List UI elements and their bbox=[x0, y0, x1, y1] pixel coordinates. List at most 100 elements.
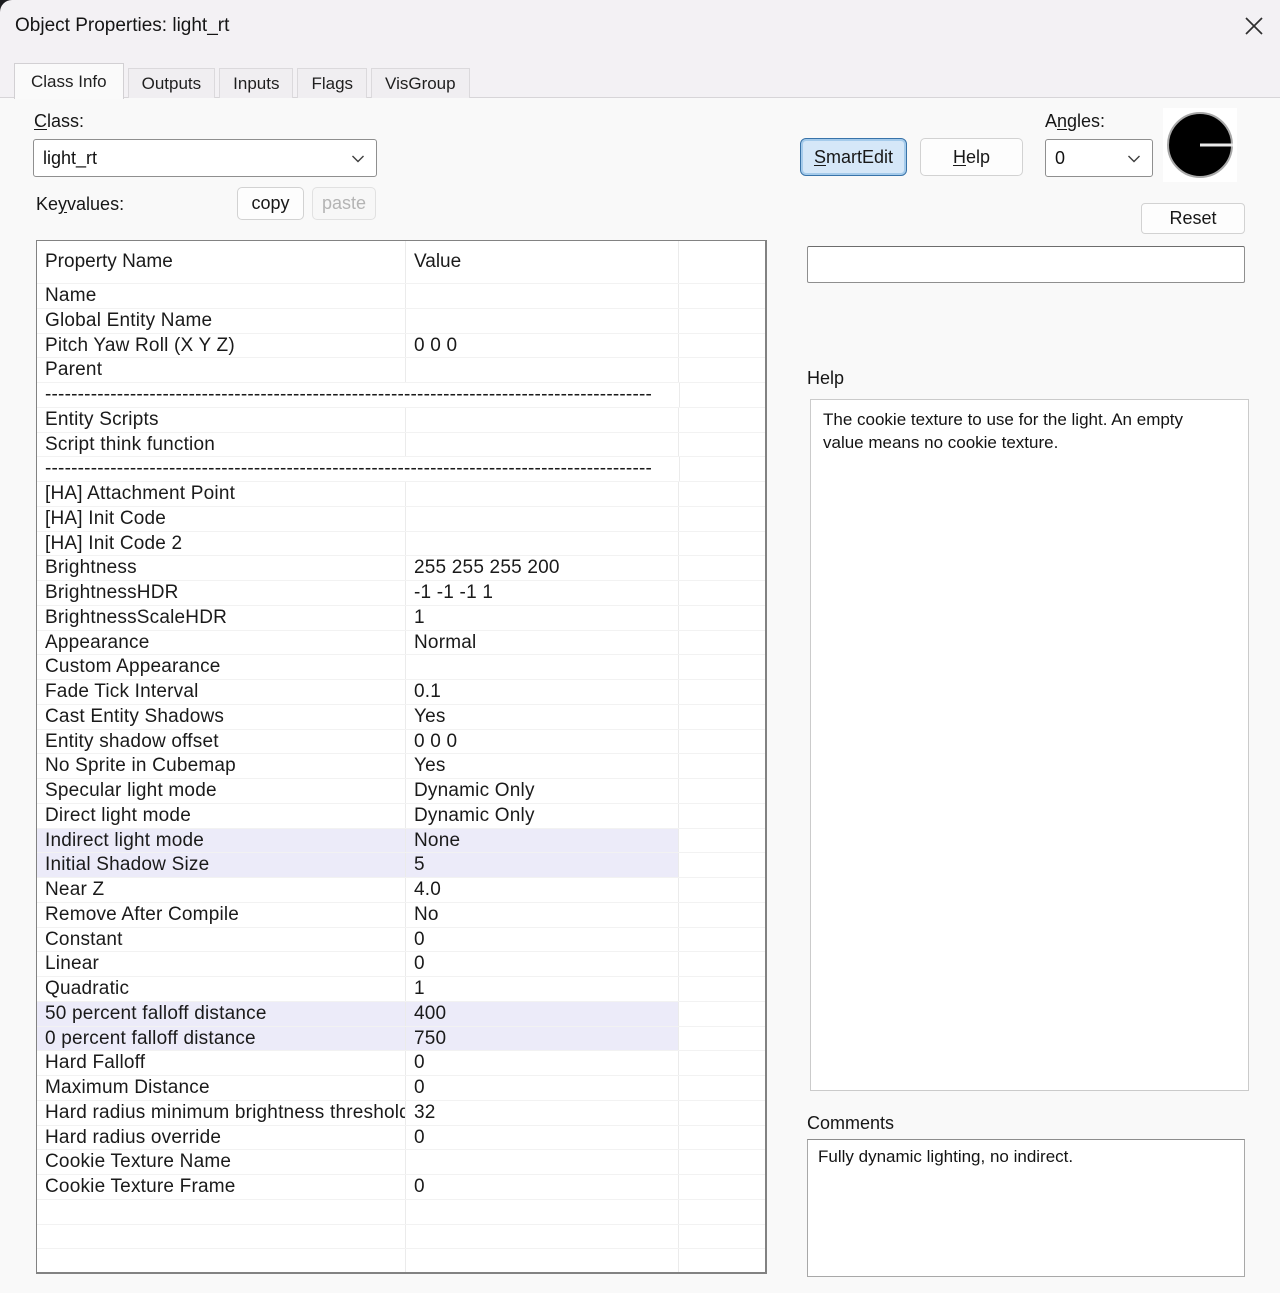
table-row[interactable]: Brightness255 255 255 200 bbox=[37, 555, 765, 580]
table-row[interactable]: Cast Entity ShadowsYes bbox=[37, 704, 765, 729]
angles-dropdown-value: 0 bbox=[1055, 148, 1065, 169]
table-row[interactable]: BrightnessScaleHDR1 bbox=[37, 605, 765, 630]
reset-button[interactable]: Reset bbox=[1141, 203, 1245, 234]
smartedit-button[interactable]: SmartEdit bbox=[800, 138, 907, 176]
property-name-cell: Hard radius override bbox=[37, 1126, 406, 1150]
table-row[interactable]: Hard radius override0 bbox=[37, 1125, 765, 1150]
table-row[interactable]: Constant0 bbox=[37, 927, 765, 952]
property-name-cell: Indirect light mode bbox=[37, 829, 406, 853]
chevron-down-icon bbox=[1127, 148, 1141, 169]
table-separator-row[interactable]: ----------------------------------------… bbox=[37, 456, 765, 481]
table-row[interactable]: Linear0 bbox=[37, 951, 765, 976]
header-value: Value bbox=[406, 241, 679, 283]
table-row[interactable]: Cookie Texture Frame0 bbox=[37, 1174, 765, 1199]
table-row[interactable]: Near Z4.0 bbox=[37, 877, 765, 902]
table-row[interactable]: Pitch Yaw Roll (X Y Z)0 0 0 bbox=[37, 333, 765, 358]
table-row[interactable]: Maximum Distance0 bbox=[37, 1075, 765, 1100]
property-value-cell: 0 0 0 bbox=[406, 334, 679, 358]
paste-button[interactable]: paste bbox=[312, 187, 376, 220]
table-row[interactable]: Custom Appearance bbox=[37, 654, 765, 679]
table-row[interactable]: No Sprite in CubemapYes bbox=[37, 753, 765, 778]
property-value-cell: 400 bbox=[406, 1002, 679, 1026]
close-icon bbox=[1243, 15, 1265, 37]
property-value-cell: 0 0 0 bbox=[406, 730, 679, 754]
table-row[interactable] bbox=[37, 1199, 765, 1224]
property-name-cell: 0 percent falloff distance bbox=[37, 1027, 406, 1051]
table-row[interactable] bbox=[37, 1248, 765, 1273]
table-row[interactable]: AppearanceNormal bbox=[37, 630, 765, 655]
property-value-cell: 5 bbox=[406, 853, 679, 877]
property-name-cell: Appearance bbox=[37, 631, 406, 655]
property-value-cell: 1 bbox=[406, 977, 679, 1001]
property-table-header: Property Name Value bbox=[37, 241, 765, 283]
table-row[interactable]: Entity shadow offset0 0 0 bbox=[37, 729, 765, 754]
class-dropdown[interactable]: light_rt bbox=[33, 139, 377, 177]
tab-inputs[interactable]: Inputs bbox=[219, 68, 293, 98]
tab-flags[interactable]: Flags bbox=[297, 68, 367, 98]
header-property-name: Property Name bbox=[37, 241, 406, 283]
table-row[interactable] bbox=[37, 1224, 765, 1249]
property-name-cell: Entity Scripts bbox=[37, 408, 406, 432]
table-row[interactable]: Entity Scripts bbox=[37, 407, 765, 432]
comments-textarea[interactable]: Fully dynamic lighting, no indirect. bbox=[807, 1139, 1245, 1277]
table-row[interactable]: [HA] Attachment Point bbox=[37, 481, 765, 506]
table-row[interactable]: Direct light modeDynamic Only bbox=[37, 803, 765, 828]
table-row[interactable]: Name bbox=[37, 283, 765, 308]
property-name-cell: Fade Tick Interval bbox=[37, 680, 406, 704]
property-value-cell bbox=[406, 507, 679, 531]
keyvalues-label: Keyvalues: bbox=[36, 194, 124, 215]
angles-dropdown[interactable]: 0 bbox=[1045, 139, 1153, 177]
close-button[interactable] bbox=[1239, 11, 1269, 41]
property-table[interactable]: Property Name Value NameGlobal Entity Na… bbox=[36, 240, 767, 1274]
table-row[interactable]: BrightnessHDR-1 -1 -1 1 bbox=[37, 580, 765, 605]
tab-class-info[interactable]: Class Info bbox=[14, 63, 124, 99]
property-name-cell: Maximum Distance bbox=[37, 1076, 406, 1100]
property-name-cell: Brightness bbox=[37, 556, 406, 580]
table-row[interactable]: Global Entity Name bbox=[37, 308, 765, 333]
angles-label: Angles: bbox=[1045, 111, 1105, 132]
class-dropdown-value: light_rt bbox=[43, 148, 97, 169]
property-name-cell: Specular light mode bbox=[37, 779, 406, 803]
property-name-cell: [HA] Attachment Point bbox=[37, 482, 406, 506]
help-section-title: Help bbox=[807, 368, 844, 389]
angles-dial[interactable] bbox=[1163, 108, 1237, 182]
property-value-cell: 0.1 bbox=[406, 680, 679, 704]
class-label: Class: bbox=[34, 111, 84, 132]
copy-button[interactable]: copy bbox=[237, 187, 304, 220]
table-separator-row[interactable]: ----------------------------------------… bbox=[37, 382, 765, 407]
table-row[interactable]: Initial Shadow Size5 bbox=[37, 852, 765, 877]
tab-visgroup[interactable]: VisGroup bbox=[371, 68, 470, 98]
help-button[interactable]: Help bbox=[920, 138, 1023, 176]
property-table-rows: NameGlobal Entity NamePitch Yaw Roll (X … bbox=[37, 283, 765, 1273]
property-value-cell bbox=[406, 284, 679, 308]
table-row[interactable]: Hard Falloff0 bbox=[37, 1050, 765, 1075]
table-row[interactable]: [HA] Init Code bbox=[37, 506, 765, 531]
table-row[interactable]: 50 percent falloff distance400 bbox=[37, 1001, 765, 1026]
table-row[interactable]: Quadratic1 bbox=[37, 976, 765, 1001]
table-row[interactable]: Cookie Texture Name bbox=[37, 1149, 765, 1174]
table-row[interactable]: Remove After CompileNo bbox=[37, 902, 765, 927]
dialog-title: Object Properties: light_rt bbox=[15, 15, 229, 37]
table-row[interactable]: 0 percent falloff distance750 bbox=[37, 1026, 765, 1051]
table-row[interactable]: Specular light modeDynamic Only bbox=[37, 778, 765, 803]
table-row[interactable]: Parent bbox=[37, 357, 765, 382]
property-value-cell bbox=[406, 655, 679, 679]
tab-outputs[interactable]: Outputs bbox=[128, 68, 216, 98]
table-row[interactable]: Hard radius minimum brightness threshold… bbox=[37, 1100, 765, 1125]
separator-cell: ----------------------------------------… bbox=[37, 457, 680, 481]
property-name-cell: [HA] Init Code bbox=[37, 507, 406, 531]
value-edit-input[interactable] bbox=[807, 246, 1245, 283]
property-value-cell: 255 255 255 200 bbox=[406, 556, 679, 580]
property-value-cell: 0 bbox=[406, 928, 679, 952]
property-name-cell: Quadratic bbox=[37, 977, 406, 1001]
property-name-cell: Remove After Compile bbox=[37, 903, 406, 927]
table-row[interactable]: [HA] Init Code 2 bbox=[37, 531, 765, 556]
table-row[interactable]: Script think function bbox=[37, 432, 765, 457]
property-value-cell: Dynamic Only bbox=[406, 804, 679, 828]
table-row[interactable]: Fade Tick Interval0.1 bbox=[37, 679, 765, 704]
property-name-cell bbox=[37, 1225, 406, 1249]
property-value-cell: 0 bbox=[406, 952, 679, 976]
table-row[interactable]: Indirect light modeNone bbox=[37, 828, 765, 853]
property-name-cell bbox=[37, 1200, 406, 1224]
property-value-cell: 0 bbox=[406, 1076, 679, 1100]
